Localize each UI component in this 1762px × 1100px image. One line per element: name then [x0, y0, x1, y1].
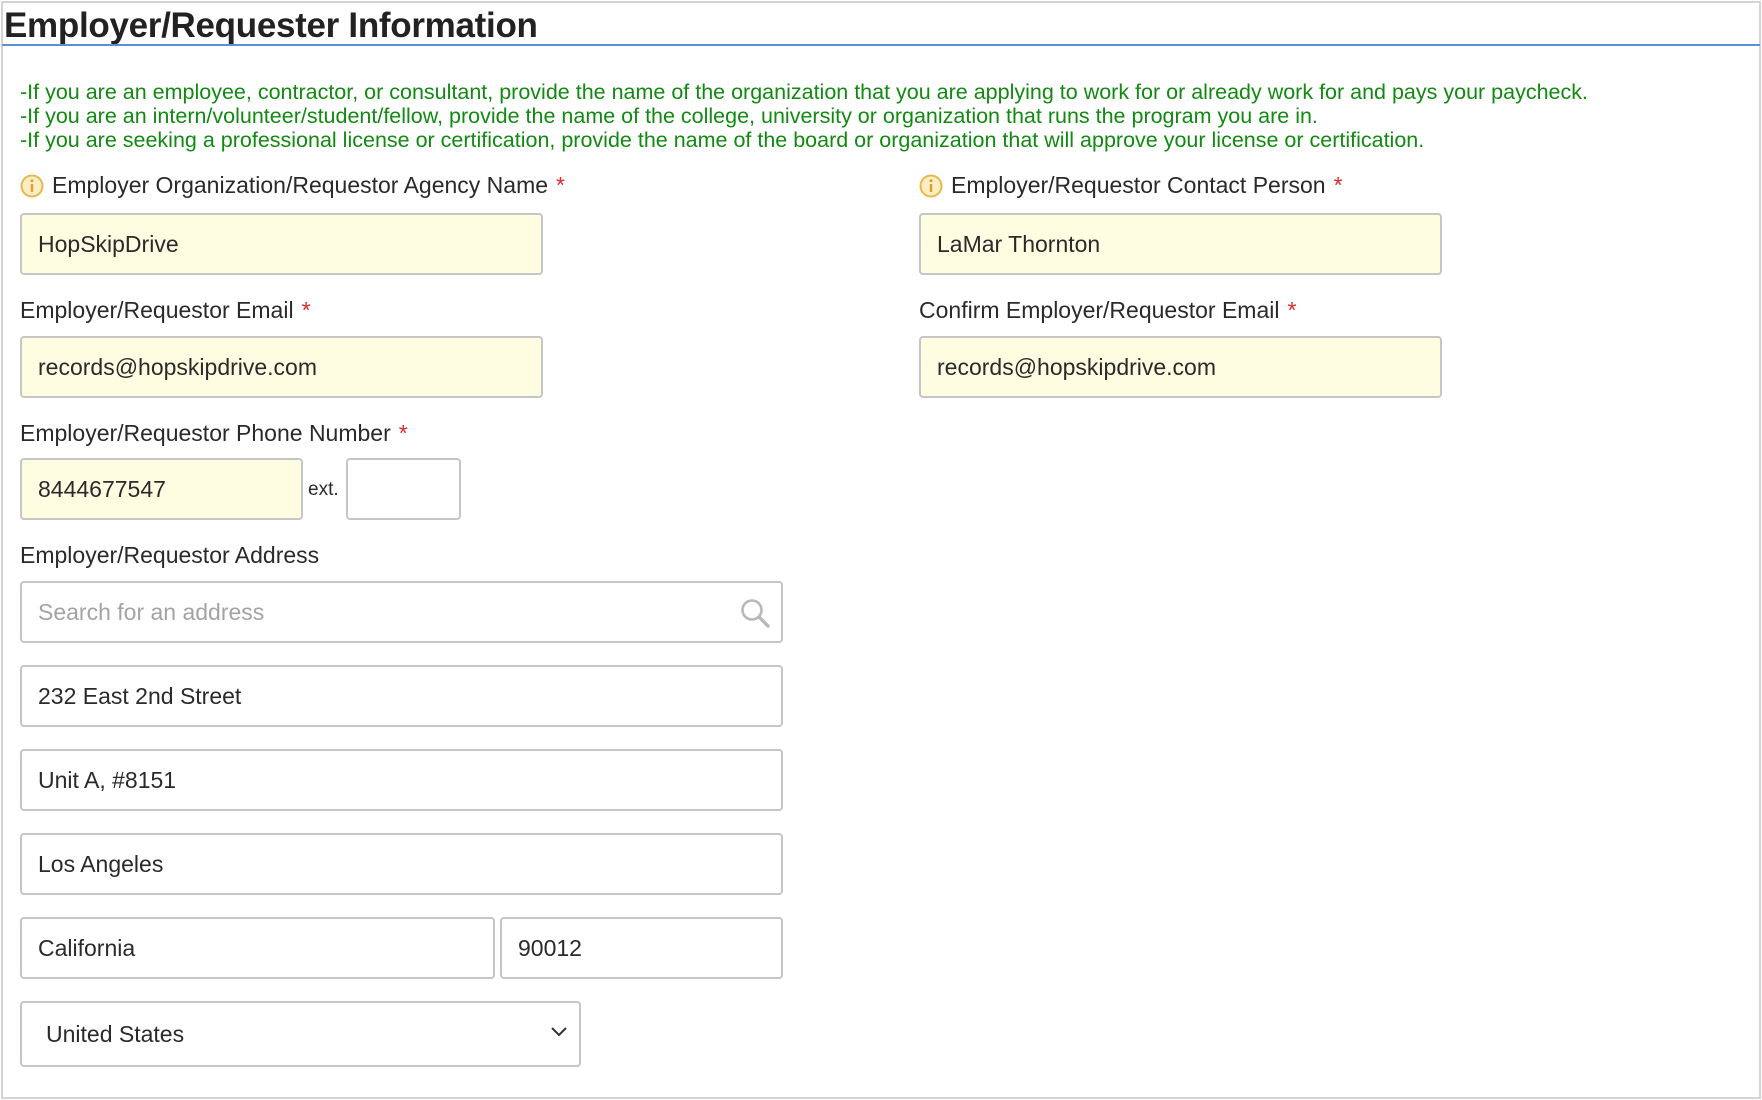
address-search-placeholder: Search for an address — [38, 598, 265, 625]
agency-name-value: HopSkipDrive — [38, 230, 179, 257]
phone-label-text: Employer/Requestor Phone Number — [20, 420, 391, 446]
phone-ext-input[interactable] — [346, 458, 461, 520]
required-marker: * — [301, 297, 311, 323]
address-label-text: Employer/Requestor Address — [20, 542, 320, 568]
city-value: Los Angeles — [38, 850, 164, 877]
instruction-line: -If you are an employee, contractor, or … — [20, 80, 1588, 104]
phone-label: Employer/Requestor Phone Number * — [20, 420, 408, 447]
confirm-email-label: Confirm Employer/Requestor Email * — [919, 297, 1296, 324]
info-icon[interactable] — [919, 174, 943, 198]
contact-person-label-text: Employer/Requestor Contact Person — [951, 172, 1326, 198]
email-value: records@hopskipdrive.com — [38, 353, 318, 380]
confirm-email-value: records@hopskipdrive.com — [937, 353, 1217, 380]
state-input[interactable]: California — [20, 917, 495, 979]
zip-value: 90012 — [518, 934, 582, 961]
agency-name-label-text: Employer Organization/Requestor Agency N… — [52, 172, 549, 198]
state-value: California — [38, 934, 136, 961]
required-marker: * — [556, 172, 565, 198]
email-input[interactable]: records@hopskipdrive.com — [20, 336, 543, 398]
contact-person-value: LaMar Thornton — [937, 230, 1101, 257]
section-title: Employer/Requester Information — [4, 6, 538, 45]
confirm-email-label-text: Confirm Employer/Requestor Email — [919, 297, 1280, 323]
city-input[interactable]: Los Angeles — [20, 833, 783, 895]
search-icon[interactable] — [739, 597, 771, 629]
phone-input[interactable]: 8444677547 — [20, 458, 303, 520]
address-search-input[interactable]: Search for an address — [20, 581, 783, 643]
confirm-email-input[interactable]: records@hopskipdrive.com — [919, 336, 1442, 398]
instruction-line: -If you are seeking a professional licen… — [20, 128, 1425, 152]
instruction-line: -If you are an intern/volunteer/student/… — [20, 104, 1318, 128]
contact-person-input[interactable]: LaMar Thornton — [919, 213, 1442, 275]
contact-person-label: Employer/Requestor Contact Person * — [919, 172, 1343, 199]
required-marker: * — [398, 420, 408, 446]
ext-label: ext. — [308, 479, 339, 500]
country-value: United States — [46, 1020, 185, 1047]
title-divider — [2, 44, 1760, 46]
address-line2-input[interactable]: Unit A, #8151 — [20, 749, 783, 811]
info-icon[interactable] — [20, 174, 44, 198]
country-select[interactable]: United States — [20, 1001, 581, 1067]
address-line2-value: Unit A, #8151 — [38, 766, 177, 793]
street-address-input[interactable]: 232 East 2nd Street — [20, 665, 783, 727]
email-label: Employer/Requestor Email * — [20, 297, 311, 324]
address-label: Employer/Requestor Address — [20, 542, 319, 569]
street-address-value: 232 East 2nd Street — [38, 682, 242, 709]
agency-name-input[interactable]: HopSkipDrive — [20, 213, 543, 275]
required-marker: * — [1287, 297, 1297, 323]
instructions: -If you are an employee, contractor, or … — [20, 80, 1588, 152]
phone-value: 8444677547 — [38, 475, 166, 502]
agency-name-label: Employer Organization/Requestor Agency N… — [20, 172, 565, 199]
required-marker: * — [1333, 172, 1343, 198]
email-label-text: Employer/Requestor Email — [20, 297, 294, 323]
zip-input[interactable]: 90012 — [500, 917, 783, 979]
chevron-down-icon — [551, 1027, 567, 1037]
